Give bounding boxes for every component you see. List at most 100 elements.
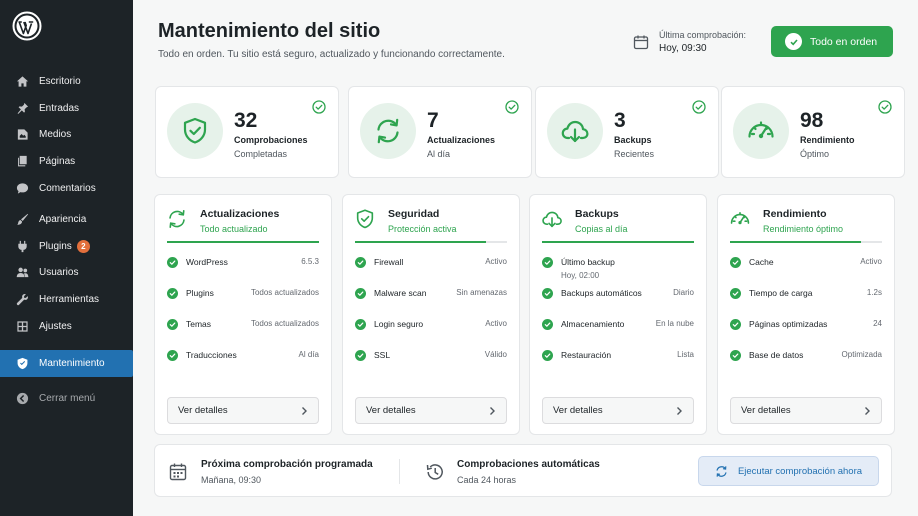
- view-details-label: Ver detalles: [553, 405, 603, 416]
- wordpress-logo-icon[interactable]: [12, 11, 42, 41]
- card-status: Todo actualizado: [200, 224, 268, 234]
- item-name: Tiempo de carga: [749, 288, 813, 298]
- list-item: Almacenamiento En la nube: [542, 319, 694, 350]
- progress-bar: [730, 241, 882, 243]
- update-count-badge: 2: [76, 239, 90, 253]
- stat-number: 7: [427, 109, 439, 132]
- sidebar-item-pin[interactable]: Entradas: [0, 95, 133, 122]
- item-name: Páginas optimizadas: [749, 319, 828, 329]
- check-circle-icon: [878, 100, 892, 114]
- card-title: Actualizaciones: [200, 208, 280, 220]
- sidebar-item-shield[interactable]: Mantenimiento: [0, 349, 133, 377]
- card-status: Rendimiento óptimo: [763, 224, 844, 234]
- auto-checks-title: Comprobaciones automáticas: [457, 458, 600, 470]
- sidebar-item-users[interactable]: Usuarios: [0, 260, 133, 287]
- view-details-button[interactable]: Ver detalles: [355, 397, 507, 424]
- status-card: Actualizaciones Todo actualizado WordPress…: [154, 194, 332, 435]
- list-item: Traducciones Al día: [167, 350, 319, 381]
- item-name: Plugins: [186, 288, 214, 298]
- stat-label: Actualizaciones: [427, 135, 496, 145]
- check-icon: [730, 257, 741, 268]
- schedule-panel: Próxima comprobación programada Mañana, …: [154, 444, 892, 497]
- view-details-button[interactable]: Ver detalles: [542, 397, 694, 424]
- sidebar-item-label: Medios: [39, 129, 72, 141]
- next-check-title: Próxima comprobación programada: [201, 458, 373, 470]
- card-status: Protección activa: [388, 224, 457, 234]
- speedometer-icon: [729, 208, 751, 230]
- chevron-right-icon: [677, 406, 682, 415]
- sidebar-item-settings[interactable]: Ajustes: [0, 313, 133, 340]
- run-check-label: Ejecutar comprobación ahora: [737, 465, 863, 477]
- calendar-clock-icon: [169, 463, 187, 480]
- page-title: Mantenimiento del sitio: [158, 20, 381, 42]
- collapse-menu-label: Cerrar menú: [39, 392, 96, 404]
- refresh-icon: [166, 208, 188, 230]
- view-details-button[interactable]: Ver detalles: [167, 397, 319, 424]
- sidebar-item-home[interactable]: Escritorio: [0, 68, 133, 95]
- list-item: Login seguro Activo: [355, 319, 507, 350]
- check-icon: [542, 257, 553, 268]
- check-icon: [730, 350, 741, 361]
- sidebar-item-label: Plugins: [39, 240, 72, 252]
- pages-icon: [16, 155, 39, 168]
- item-name: Firewall: [374, 257, 404, 267]
- view-details-button[interactable]: Ver detalles: [730, 397, 882, 424]
- last-check: Última comprobación: Hoy, 09:30: [633, 30, 746, 54]
- admin-menu: Escritorio Entradas Medios Páginas Comentari…: [0, 68, 133, 412]
- check-circle-icon: [692, 100, 706, 114]
- stat-number: 32: [234, 109, 258, 132]
- sidebar-item-label: Mantenimiento: [39, 357, 105, 369]
- next-check: Próxima comprobación programada Mañana, …: [169, 445, 373, 498]
- item-value: En la nube: [655, 319, 694, 328]
- check-circle-icon: [312, 100, 326, 114]
- sidebar-item-media[interactable]: Medios: [0, 122, 133, 149]
- next-check-value: Mañana, 09:30: [201, 474, 262, 485]
- item-value: Todos actualizados: [250, 288, 319, 297]
- shield-check-icon: [167, 103, 223, 159]
- list-item: WordPress 6.5.3: [167, 257, 319, 288]
- list-item: Firewall Activo: [355, 257, 507, 288]
- chevron-right-icon: [865, 406, 870, 415]
- run-check-button[interactable]: Ejecutar comprobación ahora: [698, 456, 879, 486]
- item-name: Login seguro: [374, 319, 424, 329]
- check-icon: [542, 319, 553, 330]
- item-value: 1.2s: [866, 288, 882, 297]
- collapse-menu-button[interactable]: Cerrar menú: [0, 385, 133, 412]
- home-icon: [16, 75, 39, 88]
- chevron-right-icon: [490, 406, 495, 415]
- sidebar-item-plugin[interactable]: Plugins 2: [0, 233, 133, 260]
- plugin-icon: [16, 240, 39, 253]
- sidebar-item-pages[interactable]: Páginas: [0, 148, 133, 175]
- stat-label: Comprobaciones: [234, 135, 308, 145]
- item-name: Cache: [749, 257, 774, 267]
- card-title: Backups: [575, 208, 619, 220]
- sidebar-item-label: Entradas: [39, 102, 80, 114]
- check-icon: [167, 288, 178, 299]
- item-name: Restauración: [561, 350, 612, 360]
- card-title: Rendimiento: [763, 208, 827, 220]
- main-content: Mantenimiento del sitio Todo en orden. T…: [133, 0, 918, 516]
- shield-icon: [16, 357, 39, 370]
- check-icon: [730, 319, 741, 330]
- list-item: Cache Activo: [730, 257, 882, 288]
- media-icon: [16, 128, 39, 141]
- sidebar-item-comment[interactable]: Comentarios: [0, 175, 133, 202]
- item-note: Hoy, 02:00: [561, 271, 600, 280]
- sidebar-item-wrench[interactable]: Herramientas: [0, 286, 133, 313]
- stat-card: 32 Comprobaciones Completadas: [155, 86, 339, 178]
- stat-card: 7 Actualizaciones Al día: [348, 86, 532, 178]
- stat-sub: Óptimo: [800, 149, 830, 159]
- list-item: Páginas optimizadas 24: [730, 319, 882, 350]
- item-name: Almacenamiento: [561, 319, 625, 329]
- check-icon: [355, 350, 366, 361]
- check-icon: [167, 257, 178, 268]
- sidebar-item-brush[interactable]: Apariencia: [0, 206, 133, 233]
- status-ok-button[interactable]: Todo en orden: [771, 26, 893, 57]
- item-name: Base de datos: [749, 350, 804, 360]
- item-value: Lista: [677, 350, 694, 359]
- item-name: Temas: [186, 319, 212, 329]
- progress-bar: [542, 241, 694, 243]
- sidebar-item-label: Escritorio: [39, 75, 81, 87]
- card-status: Copias al día: [575, 224, 628, 234]
- check-circle-icon: [785, 33, 802, 50]
